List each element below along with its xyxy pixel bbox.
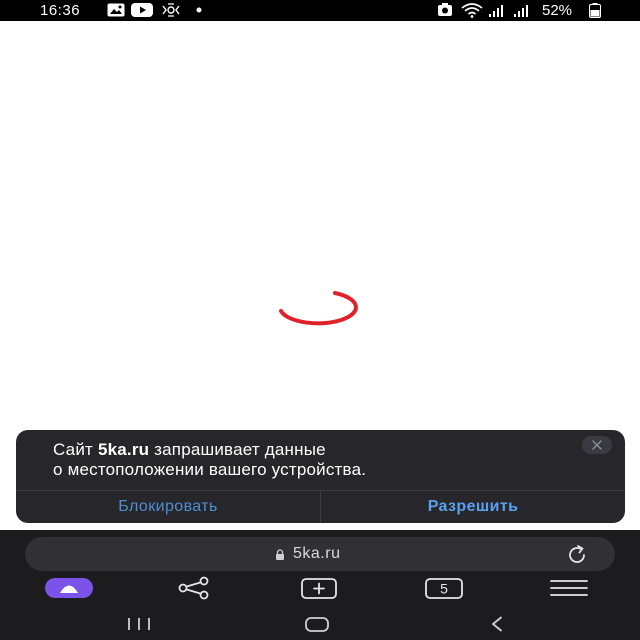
menu-icon[interactable] bbox=[549, 576, 589, 600]
address-bar[interactable]: 5ka.ru bbox=[25, 537, 615, 571]
tiktok-icon bbox=[162, 3, 180, 17]
status-time: 16:36 bbox=[40, 2, 81, 19]
reload-icon[interactable] bbox=[565, 545, 589, 565]
signal-icon bbox=[489, 5, 503, 17]
youtube-icon bbox=[131, 3, 153, 17]
back-icon[interactable] bbox=[488, 616, 506, 632]
battery-percent: 52% bbox=[542, 2, 573, 19]
browser-toolbar: 5ka.ru 5 bbox=[0, 530, 640, 608]
alice-icon[interactable] bbox=[45, 576, 93, 600]
recents-icon[interactable] bbox=[126, 616, 152, 632]
share-icon[interactable] bbox=[176, 576, 212, 600]
tabs-icon[interactable]: 5 bbox=[425, 576, 463, 600]
location-permission-dialog: Сайт 5ka.ru запрашивает данные о местопо… bbox=[16, 430, 625, 523]
status-bar: 16:36 52% bbox=[0, 0, 640, 21]
home-icon[interactable] bbox=[304, 616, 330, 632]
gallery-icon bbox=[107, 3, 125, 17]
message-prefix: Сайт bbox=[53, 440, 98, 459]
dialog-message: Сайт 5ka.ru запрашивает данные о местопо… bbox=[53, 440, 593, 480]
message-line1-rest: запрашивает данные bbox=[149, 440, 326, 459]
address-url: 5ka.ru bbox=[293, 545, 341, 562]
block-button[interactable]: Блокировать bbox=[16, 491, 320, 523]
new-tab-icon[interactable] bbox=[301, 576, 337, 600]
dialog-close-button[interactable] bbox=[582, 436, 612, 454]
signal-icon-2 bbox=[514, 5, 528, 17]
phone-screen: 16:36 52% Сайт 5ka.ru запрашивает данные… bbox=[0, 0, 640, 640]
battery-icon bbox=[589, 3, 601, 18]
system-navigation-bar bbox=[0, 608, 640, 640]
screenshot-icon bbox=[438, 3, 452, 16]
wifi-icon bbox=[461, 3, 483, 18]
dot-icon bbox=[196, 7, 202, 13]
message-site: 5ka.ru bbox=[97, 440, 150, 459]
loading-spinner bbox=[279, 291, 358, 326]
lock-icon bbox=[276, 549, 284, 560]
message-line2: о местоположении вашего устройства. bbox=[53, 460, 367, 479]
close-icon bbox=[592, 440, 602, 450]
tab-count: 5 bbox=[440, 581, 448, 597]
allow-button[interactable]: Разрешить bbox=[321, 491, 625, 523]
